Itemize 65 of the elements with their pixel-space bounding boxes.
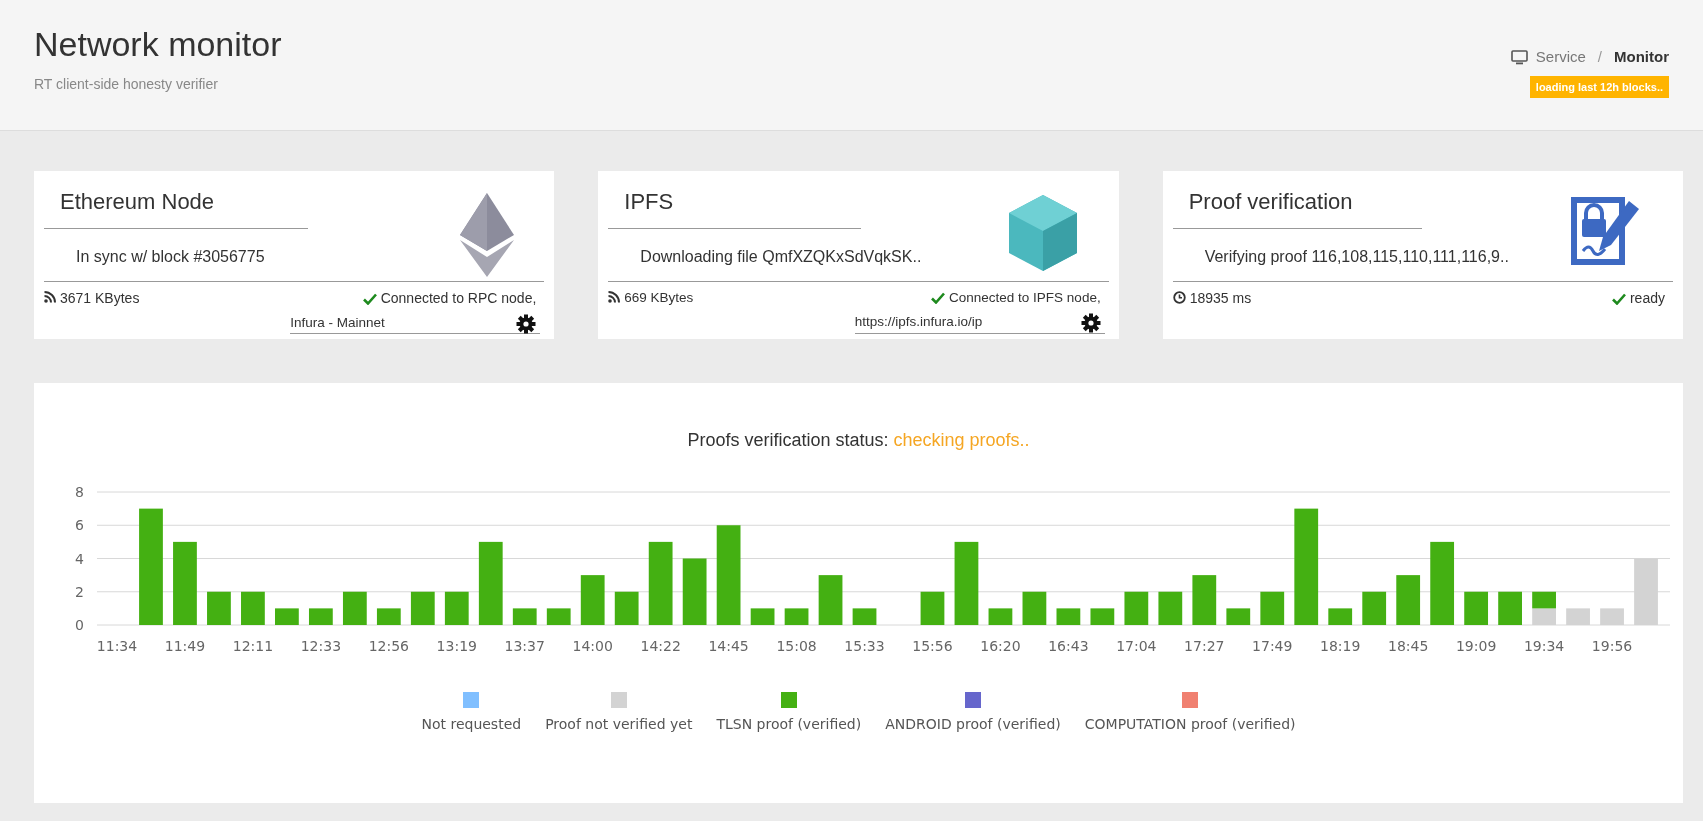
y-axis-label: 4 xyxy=(75,550,84,567)
x-axis-label: 12:11 xyxy=(232,638,274,654)
status-text: Connected to IPFS node, xyxy=(949,289,1101,307)
card-message: Verifying proof 116,108,115,110,111,116,9.. xyxy=(1203,247,1510,267)
legend-label: COMPUTATION proof (verified) xyxy=(1084,716,1296,732)
endpoint-field[interactable]: https://ipfs.infura.io/ip xyxy=(854,312,1105,334)
x-axis-label: 16:43 xyxy=(1048,638,1089,654)
x-axis-label: 11:49 xyxy=(164,638,206,654)
card-title: IPFS xyxy=(623,188,675,216)
x-axis-label: 17:04 xyxy=(1116,638,1157,654)
x-axis-label: 14:45 xyxy=(708,638,749,654)
check-icon xyxy=(362,292,377,305)
breadcrumb-item[interactable]: Service xyxy=(1535,46,1586,69)
x-axis-label: 13:37 xyxy=(504,638,545,654)
y-axis-label: 2 xyxy=(75,583,84,600)
status-text: ready xyxy=(1629,289,1665,308)
loading-badge: loading last 12h blocks.. xyxy=(1529,75,1669,98)
y-axis-label: 0 xyxy=(75,617,84,633)
legend-label: TLSN proof (verified) xyxy=(716,716,862,732)
x-axis-label: 18:19 xyxy=(1320,638,1361,654)
breadcrumb-item: Monitor xyxy=(1614,47,1669,67)
x-axis-label: 12:56 xyxy=(368,638,409,654)
check-icon xyxy=(1611,292,1626,305)
x-axis-label: 18:45 xyxy=(1388,638,1429,654)
breadcrumb-separator: / xyxy=(1597,47,1602,67)
check-icon xyxy=(931,292,946,305)
status-text: Connected to RPC node, xyxy=(380,289,537,308)
x-axis-label: 17:49 xyxy=(1252,638,1293,654)
page-title: Network monitor xyxy=(34,24,282,64)
x-axis-label: 16:20 xyxy=(980,638,1021,654)
settings-icon[interactable] xyxy=(516,313,537,334)
page-subtitle: RT client-side honesty verifier xyxy=(34,75,219,94)
monitor-icon xyxy=(1510,49,1528,65)
x-axis-label: 19:56 xyxy=(1591,638,1633,654)
size-text: 18935 ms xyxy=(1189,289,1252,308)
legend-label: Not requested xyxy=(421,716,522,732)
diamond-icon xyxy=(460,193,515,277)
card-message: In sync w/ block #3056775 xyxy=(75,247,266,267)
chart-status: checking proofs.. xyxy=(893,430,1030,450)
y-axis-label: 8 xyxy=(75,484,84,500)
x-axis-label: 11:34 xyxy=(96,638,138,654)
x-axis-label: 19:34 xyxy=(1523,638,1565,654)
x-axis-label: 15:08 xyxy=(776,638,817,654)
x-axis-label: 15:56 xyxy=(912,638,953,654)
legend-label: Proof not verified yet xyxy=(545,716,693,732)
size-text: 3671 KBytes xyxy=(60,289,140,308)
x-axis-label: 14:00 xyxy=(572,638,613,654)
rss-icon xyxy=(608,291,621,303)
chart-title: Proofs verification status: xyxy=(687,430,889,450)
x-axis-label: 19:09 xyxy=(1455,638,1497,654)
x-axis-label: 17:27 xyxy=(1184,638,1225,654)
x-axis-label: 14:22 xyxy=(640,638,681,654)
size-text: 669 KBytes xyxy=(624,289,694,307)
x-axis-label: 13:19 xyxy=(436,638,477,654)
card-title: Ethereum Node xyxy=(59,188,216,216)
clock-icon xyxy=(1172,291,1186,304)
rss-icon xyxy=(44,291,56,303)
legend-label: ANDROID proof (verified) xyxy=(885,716,1061,732)
endpoint-field[interactable]: Infura - Mainnet xyxy=(290,313,541,335)
x-axis-label: 12:33 xyxy=(300,638,342,654)
card-title: Proof verification xyxy=(1187,188,1354,216)
card-message: Downloading file QmfXZQKxSdVqkSK.. xyxy=(639,247,923,267)
y-axis-label: 6 xyxy=(75,517,84,534)
cube-icon xyxy=(1006,193,1079,273)
x-axis-label: 15:33 xyxy=(844,638,885,654)
